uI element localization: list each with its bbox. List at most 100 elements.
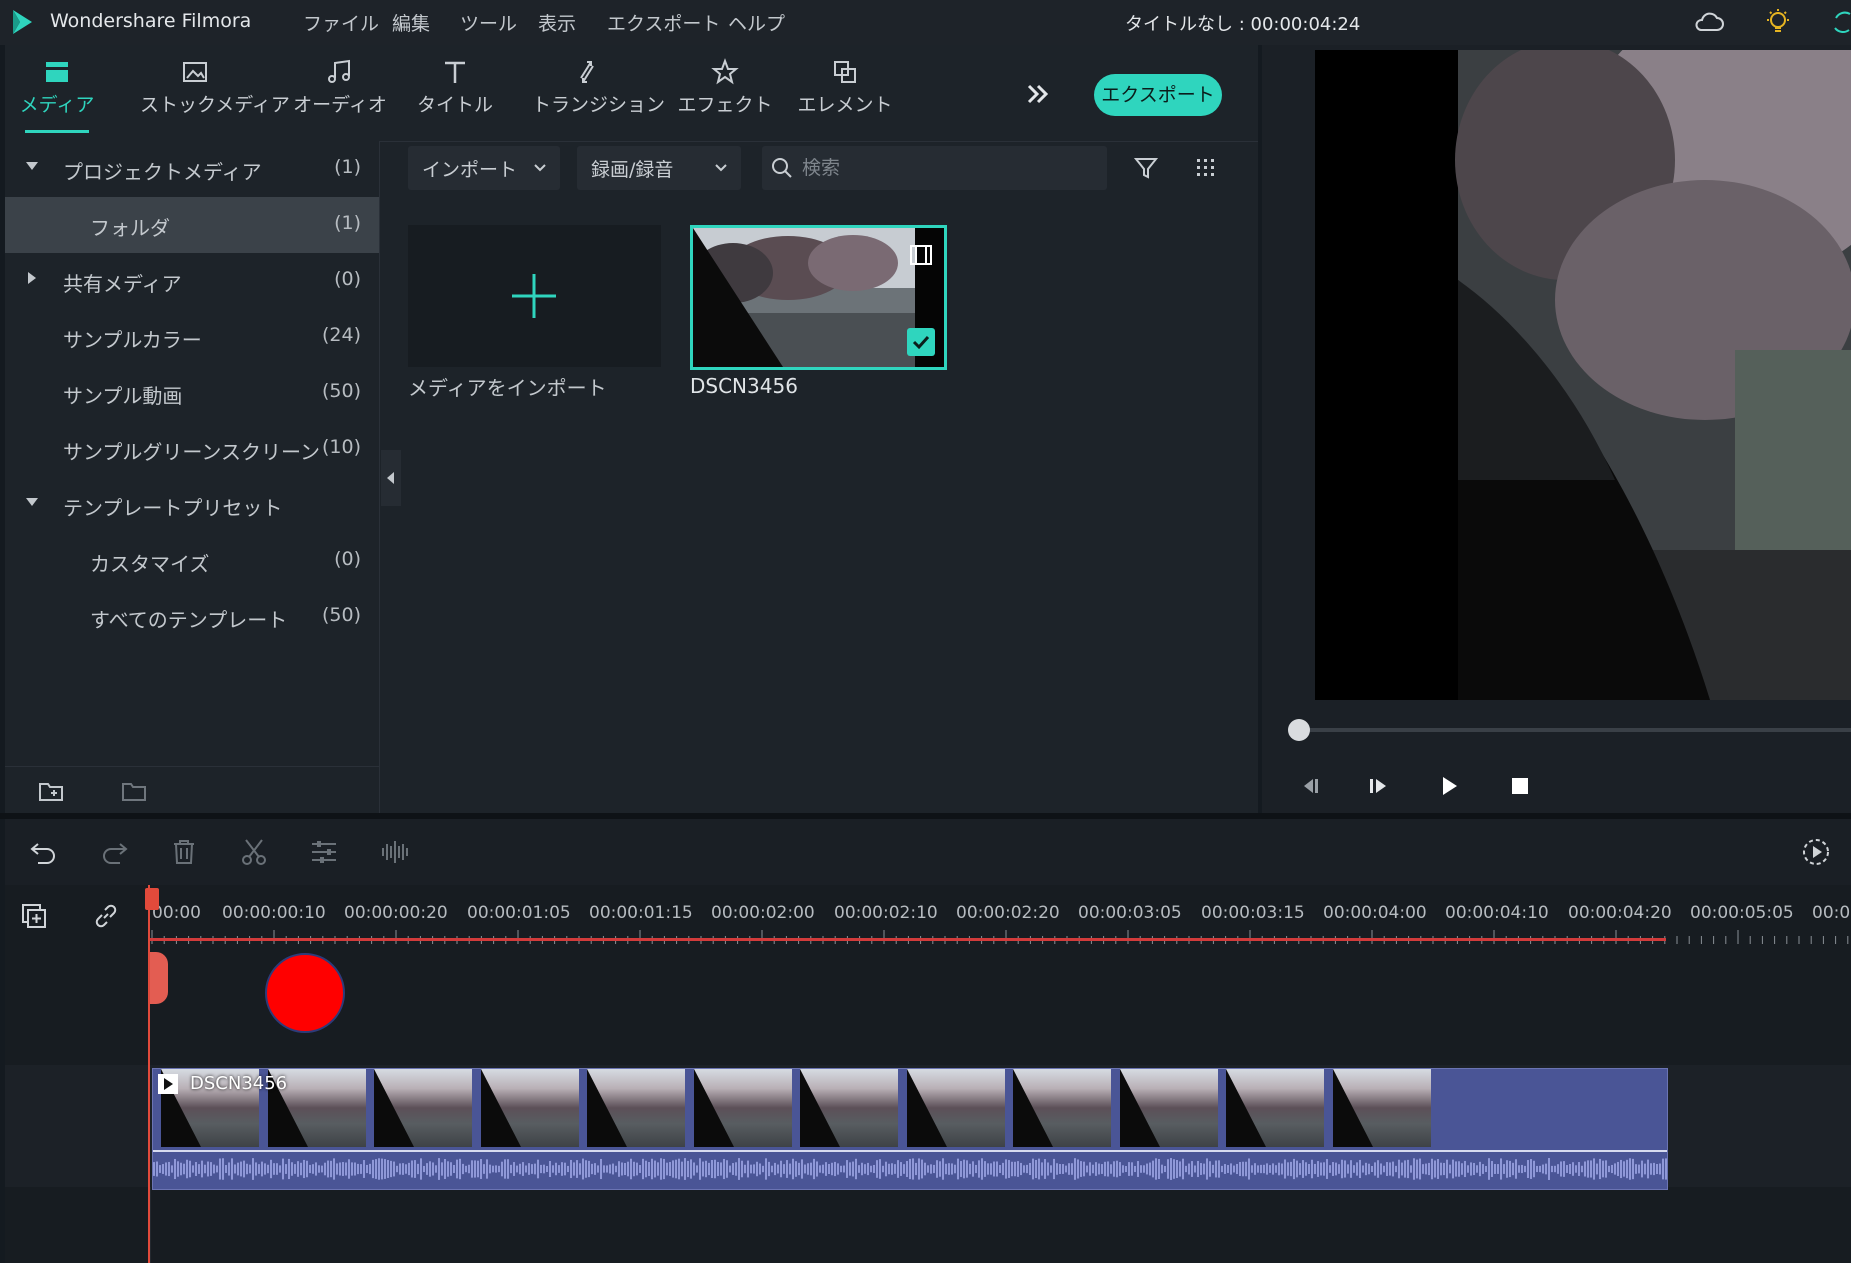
menu-help[interactable]: ヘルプ: [728, 9, 785, 36]
empty-track[interactable]: [150, 945, 1851, 1065]
tab-media[interactable]: メディア: [2, 58, 112, 117]
sync-icon[interactable]: [1830, 8, 1851, 36]
filter-icon[interactable]: [1133, 155, 1159, 181]
sidebar-item-shared-media[interactable]: 共有メディア (0): [5, 253, 379, 309]
sidebar-item-customize[interactable]: カスタマイズ (0): [5, 533, 379, 589]
active-tab-indicator: [25, 130, 89, 133]
sidebar-item-sample-colors[interactable]: サンプルカラー (24): [5, 309, 379, 365]
ruler-tick-label: 00:00:02:00: [711, 903, 815, 923]
playhead-handle[interactable]: [145, 888, 159, 910]
media-clip-thumbnail[interactable]: [690, 225, 947, 370]
folder-icon[interactable]: [121, 778, 149, 804]
cloud-icon[interactable]: [1693, 8, 1725, 36]
clip-frame-shadow: [1226, 1069, 1266, 1147]
ruler-tick-label: 00:00:01:15: [589, 903, 693, 923]
sidebar-item-all-templates[interactable]: すべてのテンプレート (50): [5, 589, 379, 645]
stop-icon[interactable]: [1506, 772, 1534, 800]
stock-media-icon: [181, 58, 209, 86]
sidebar-item-template-presets[interactable]: テンプレートプリセット: [5, 477, 379, 533]
lightbulb-icon[interactable]: [1763, 7, 1793, 37]
ruler-content-range: [150, 938, 1666, 941]
tab-transition[interactable]: トランジション: [532, 58, 665, 117]
scissors-icon[interactable]: [238, 836, 270, 868]
add-track-icon[interactable]: [20, 902, 48, 930]
menu-file[interactable]: ファイル: [303, 9, 379, 36]
audio-waveform: [153, 1149, 1667, 1189]
sidebar-item-count: (10): [321, 436, 361, 458]
clip-frame: [1013, 1069, 1111, 1147]
undo-icon[interactable]: [28, 836, 60, 868]
checkmark-icon[interactable]: [907, 328, 935, 356]
tab-element[interactable]: エレメント: [790, 58, 900, 117]
sidebar-item-label: サンプルグリーンスクリーン: [63, 440, 320, 464]
step-forward-icon[interactable]: [1365, 772, 1393, 800]
clip-frame: [693, 1069, 792, 1147]
grid-view-icon[interactable]: [1193, 155, 1219, 181]
link-icon[interactable]: [92, 902, 120, 930]
record-dropdown-label: 録画/録音: [591, 159, 674, 181]
import-dropdown[interactable]: インポート: [408, 146, 560, 190]
record-dropdown[interactable]: 録画/録音: [577, 146, 741, 190]
filmora-logo-icon: [10, 8, 36, 36]
playhead-line[interactable]: [148, 885, 150, 1263]
ruler-tick-label: 00:00:02:20: [956, 903, 1060, 923]
sidebar-item-label: すべてのテンプレート: [90, 608, 288, 632]
play-icon: [158, 1074, 178, 1094]
clip-frame: [1119, 1069, 1218, 1147]
timeline-clip[interactable]: [152, 1068, 1668, 1190]
tab-effect[interactable]: エフェクト: [670, 58, 780, 117]
adjust-icon[interactable]: [308, 836, 340, 868]
export-button[interactable]: エクスポート: [1094, 74, 1222, 116]
tab-audio[interactable]: オーディオ: [285, 58, 395, 117]
menu-export[interactable]: エクスポート: [607, 9, 720, 36]
menu-view[interactable]: 表示: [538, 9, 576, 36]
plus-icon[interactable]: [508, 270, 560, 322]
tab-title[interactable]: タイトル: [400, 58, 510, 117]
sidebar-item-folder[interactable]: フォルダ (1): [5, 197, 379, 253]
caret-right-icon[interactable]: [25, 271, 39, 285]
clip-frame-shadow: [587, 1069, 627, 1147]
chevron-down-icon: [532, 160, 548, 176]
preview-scrub-handle[interactable]: [1288, 719, 1310, 741]
sidebar-item-label: サンプル動画: [63, 384, 183, 408]
caret-down-icon[interactable]: [25, 495, 39, 509]
sidebar-item-label: テンプレートプリセット: [63, 496, 283, 520]
clip-frame-shadow: [374, 1069, 414, 1147]
preview-scrub-track[interactable]: [1290, 728, 1851, 732]
tab-label: オーディオ: [293, 94, 387, 116]
menu-tools[interactable]: ツール: [460, 9, 517, 36]
media-clip-name: DSCN3456: [690, 374, 798, 398]
sidebar-item-sample-video[interactable]: サンプル動画 (50): [5, 365, 379, 421]
tab-stock-media[interactable]: ストックメディア: [140, 58, 290, 117]
caret-down-icon[interactable]: [25, 159, 39, 173]
audio-waveform-icon[interactable]: [378, 836, 410, 868]
clip-frame: [374, 1069, 472, 1147]
step-back-icon[interactable]: [1295, 772, 1323, 800]
search-input[interactable]: [800, 148, 1094, 188]
sidebar-item-label: 共有メディア: [63, 272, 182, 296]
clip-frame: [800, 1069, 898, 1147]
film-icon: [909, 244, 933, 266]
clip-frame-shadow: [906, 1069, 947, 1147]
sidebar-item-sample-green-screen[interactable]: サンプルグリーンスクリーン (10): [5, 421, 379, 477]
sidebar-item-project-media[interactable]: プロジェクトメディア (1): [5, 141, 379, 197]
tab-label: エレメント: [797, 94, 893, 116]
sidebar-item-count: (0): [334, 548, 361, 570]
double-chevron-right-icon[interactable]: [1022, 78, 1054, 110]
clip-frame: [906, 1069, 1005, 1147]
sidebar-item-label: サンプルカラー: [63, 328, 202, 352]
playhead-marker[interactable]: [148, 952, 168, 1004]
clip-frames: [153, 1069, 1667, 1147]
collapse-sidebar-button[interactable]: [381, 450, 401, 506]
clip-frame-shadow: [800, 1069, 840, 1147]
render-preview-icon[interactable]: [1800, 836, 1832, 868]
play-icon[interactable]: [1435, 772, 1463, 800]
ruler-tick-label: 00:00:01:05: [467, 903, 571, 923]
app-name: Wondershare Filmora: [50, 10, 252, 32]
document-title: タイトルなし : 00:00:04:24: [1125, 14, 1361, 35]
redo-icon[interactable]: [98, 836, 130, 868]
delete-icon[interactable]: [168, 836, 200, 868]
menu-edit[interactable]: 編集: [392, 9, 430, 36]
new-folder-icon[interactable]: [38, 778, 66, 804]
clip-frame: [1226, 1069, 1324, 1147]
